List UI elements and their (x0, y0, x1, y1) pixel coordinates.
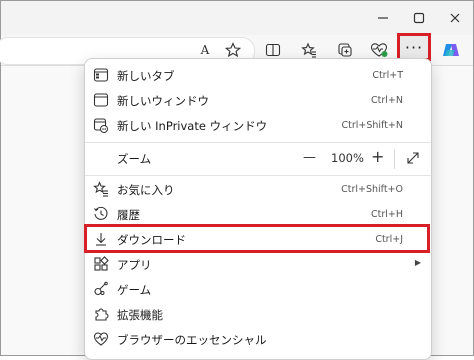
menu-item-apps[interactable]: アプリ ▶ (85, 252, 431, 277)
read-aloud-icon: A (200, 43, 210, 57)
minimize-icon (378, 17, 388, 19)
zoom-divider (394, 149, 395, 169)
copilot-icon (443, 44, 459, 56)
zoom-in-button[interactable]: + (371, 147, 384, 166)
menu-item-games[interactable]: ゲーム (85, 277, 431, 302)
close-icon (450, 13, 460, 23)
minimize-button[interactable] (365, 1, 401, 35)
title-bar (1, 1, 473, 35)
menu-item-new-tab[interactable]: 新しいタブ Ctrl+T (85, 63, 431, 88)
settings-and-more-button[interactable]: ··· (397, 33, 431, 61)
menu-item-shortcut: Ctrl+J (375, 234, 403, 245)
more-dots-icon: ··· (404, 37, 424, 57)
menu-item-new-inprivate-window[interactable]: 新しい InPrivate ウィンドウ Ctrl+Shift+N (85, 113, 431, 138)
menu-item-history[interactable]: 履歴 Ctrl+H (85, 202, 431, 227)
zoom-out-button[interactable]: — (303, 150, 316, 165)
menu-item-downloads[interactable]: ダウンロード Ctrl+J (85, 227, 431, 252)
favorites-icon (301, 42, 316, 58)
menu-item-extensions[interactable]: 拡張機能 (85, 302, 431, 327)
menu-item-label: お気に入り (117, 183, 175, 197)
download-icon (96, 233, 106, 246)
menu-item-favorites[interactable]: お気に入り Ctrl+Shift+O (85, 177, 431, 202)
menu-item-new-window[interactable]: 新しいウィンドウ Ctrl+N (85, 88, 431, 113)
close-button[interactable] (437, 1, 473, 35)
menu-item-label: 新しいタブ (117, 69, 175, 83)
menu-item-shortcut: Ctrl+Shift+N (341, 120, 403, 131)
menu-separator (85, 175, 431, 176)
menu-item-shortcut: Ctrl+N (371, 95, 403, 106)
games-icon (94, 281, 108, 296)
favorites-icon (93, 181, 108, 197)
fullscreen-icon[interactable] (406, 151, 420, 165)
apps-icon (94, 256, 109, 271)
menu-separator (85, 142, 431, 143)
menu-item-label: 新しい InPrivate ウィンドウ (117, 119, 268, 133)
menu-item-label: アプリ (117, 258, 152, 272)
copilot-button[interactable] (437, 37, 465, 63)
settings-menu: 新しいタブ Ctrl+T 新しいウィンドウ Ctrl+N 新しい InPriva… (84, 58, 432, 360)
menu-item-label: ゲーム (117, 283, 152, 297)
extensions-icon (95, 308, 109, 321)
maximize-button[interactable] (401, 1, 437, 35)
new-window-icon (93, 93, 109, 107)
maximize-icon (413, 12, 425, 24)
menu-item-label: ズーム (117, 152, 152, 166)
menu-item-browser-essentials[interactable]: ブラウザーのエッセンシャル (85, 327, 431, 352)
inprivate-icon (93, 118, 108, 133)
submenu-arrow-icon: ▶ (414, 258, 421, 267)
heart-pulse-icon (370, 43, 388, 57)
star-icon (225, 42, 241, 58)
menu-item-zoom: ズーム — 100% + (85, 145, 431, 173)
new-tab-icon (93, 68, 109, 82)
menu-item-shortcut: Ctrl+Shift+O (341, 184, 403, 195)
zoom-level: 100% (331, 151, 364, 165)
menu-item-label: 履歴 (117, 208, 140, 222)
menu-item-shortcut: Ctrl+T (372, 70, 403, 81)
menu-item-shortcut: Ctrl+H (370, 209, 403, 220)
menu-item-label: 拡張機能 (117, 308, 163, 322)
collections-icon (338, 43, 352, 57)
menu-item-label: ブラウザーのエッセンシャル (117, 333, 267, 347)
menu-item-label: 新しいウィンドウ (117, 94, 209, 108)
browser-essentials-icon (93, 332, 109, 346)
split-screen-icon (265, 43, 281, 57)
menu-item-label: ダウンロード (117, 233, 186, 247)
history-icon (94, 206, 108, 220)
